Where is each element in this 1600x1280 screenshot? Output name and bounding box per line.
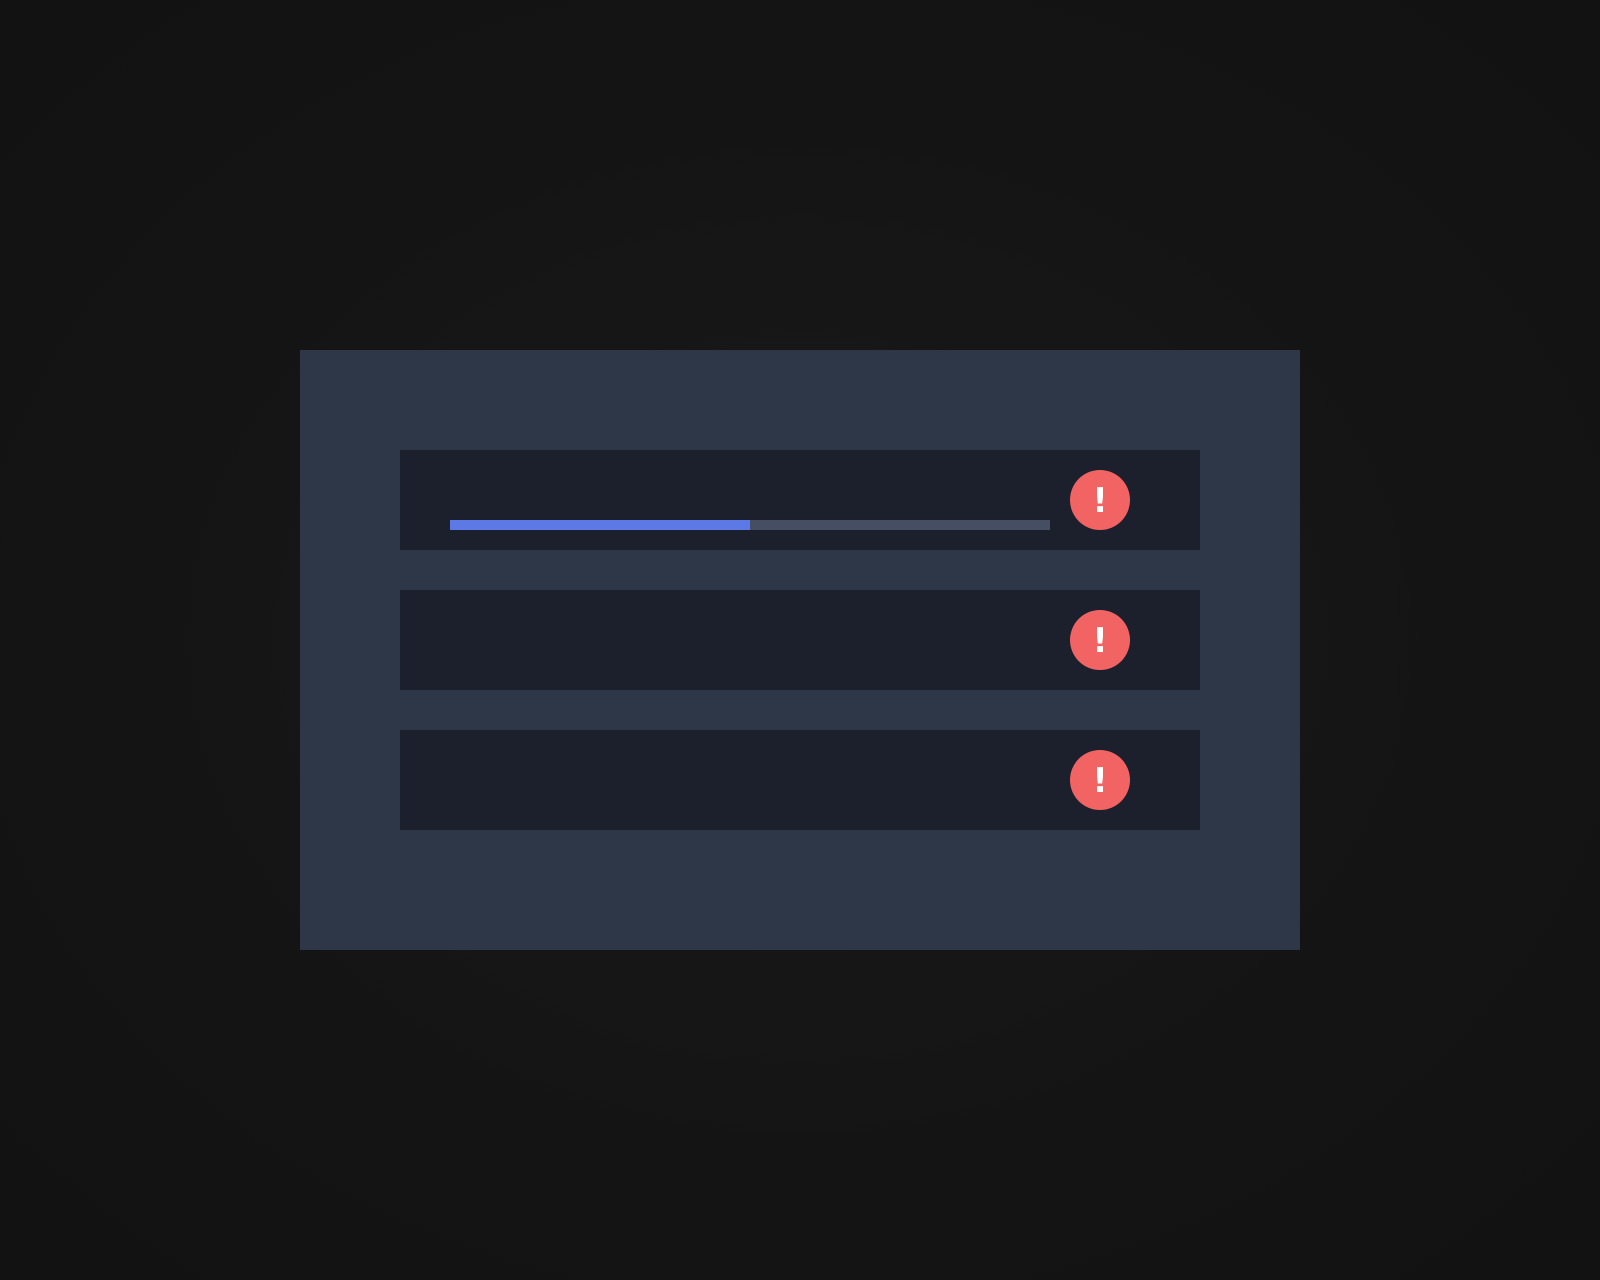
progress-bar: [450, 520, 1050, 530]
progress-bar-fill: [450, 520, 750, 530]
alert-exclamation-icon[interactable]: !: [1070, 610, 1130, 670]
main-panel: ! ! !: [300, 350, 1300, 950]
alert-glyph: !: [1092, 621, 1108, 661]
list-item: !: [400, 730, 1200, 830]
alert-exclamation-icon[interactable]: !: [1070, 750, 1130, 810]
list-item: !: [400, 450, 1200, 550]
alert-glyph: !: [1092, 481, 1108, 521]
alert-exclamation-icon[interactable]: !: [1070, 470, 1130, 530]
alert-glyph: !: [1092, 761, 1108, 801]
list-item: !: [400, 590, 1200, 690]
